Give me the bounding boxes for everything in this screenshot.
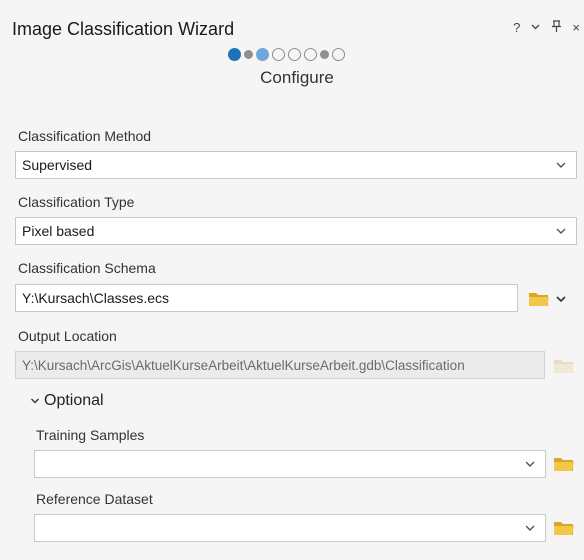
optional-label: Optional — [44, 392, 104, 409]
output-location-label: Output Location — [18, 328, 117, 344]
chevron-down-icon — [556, 162, 566, 168]
step-dot-8[interactable] — [332, 48, 345, 61]
chevron-down-icon — [525, 525, 535, 531]
pin-icon[interactable] — [551, 20, 562, 36]
step-dot-3[interactable] — [256, 48, 269, 61]
training-samples-select[interactable] — [34, 450, 546, 478]
chevron-down-icon — [556, 228, 566, 234]
step-dot-4[interactable] — [272, 48, 285, 61]
classification-type-select[interactable]: Pixel based — [15, 217, 577, 245]
classification-method-value: Supervised — [22, 157, 93, 173]
classification-schema-label: Classification Schema — [18, 260, 156, 276]
chevron-down-icon[interactable] — [555, 293, 567, 305]
step-indicator — [228, 48, 345, 61]
output-location-input: Y:\Kursach\ArcGis\AktuelKurseArbeit\Aktu… — [15, 351, 545, 379]
classification-type-value: Pixel based — [22, 223, 95, 239]
step-dot-1[interactable] — [228, 48, 241, 61]
folder-icon — [554, 360, 574, 373]
chevron-down-icon — [525, 461, 535, 467]
chevron-down-icon — [31, 398, 39, 404]
output-location-value: Y:\Kursach\ArcGis\AktuelKurseArbeit\Aktu… — [22, 357, 465, 373]
chevron-down-icon[interactable] — [530, 20, 541, 36]
classification-type-label: Classification Type — [18, 194, 135, 210]
folder-icon[interactable] — [528, 290, 550, 308]
classification-schema-input[interactable]: Y:\Kursach\Classes.ecs — [15, 284, 518, 312]
classification-method-select[interactable]: Supervised — [15, 151, 577, 179]
folder-icon[interactable] — [553, 519, 575, 537]
help-icon[interactable]: ? — [513, 20, 520, 36]
wizard-title: Image Classification Wizard — [12, 19, 235, 39]
optional-section-toggle[interactable]: Optional — [30, 392, 104, 410]
close-icon[interactable]: × — [572, 20, 580, 36]
folder-icon[interactable] — [553, 455, 575, 473]
classification-schema-value: Y:\Kursach\Classes.ecs — [22, 290, 170, 306]
reference-dataset-label: Reference Dataset — [36, 491, 153, 507]
reference-dataset-select[interactable] — [34, 514, 546, 542]
step-dot-7[interactable] — [320, 50, 329, 59]
step-name: Configure — [260, 68, 334, 87]
step-dot-6[interactable] — [304, 48, 317, 61]
step-dot-5[interactable] — [288, 48, 301, 61]
window-controls: ? × — [513, 20, 580, 36]
training-samples-label: Training Samples — [36, 427, 145, 443]
classification-method-label: Classification Method — [18, 128, 152, 144]
step-dot-2[interactable] — [244, 50, 253, 59]
